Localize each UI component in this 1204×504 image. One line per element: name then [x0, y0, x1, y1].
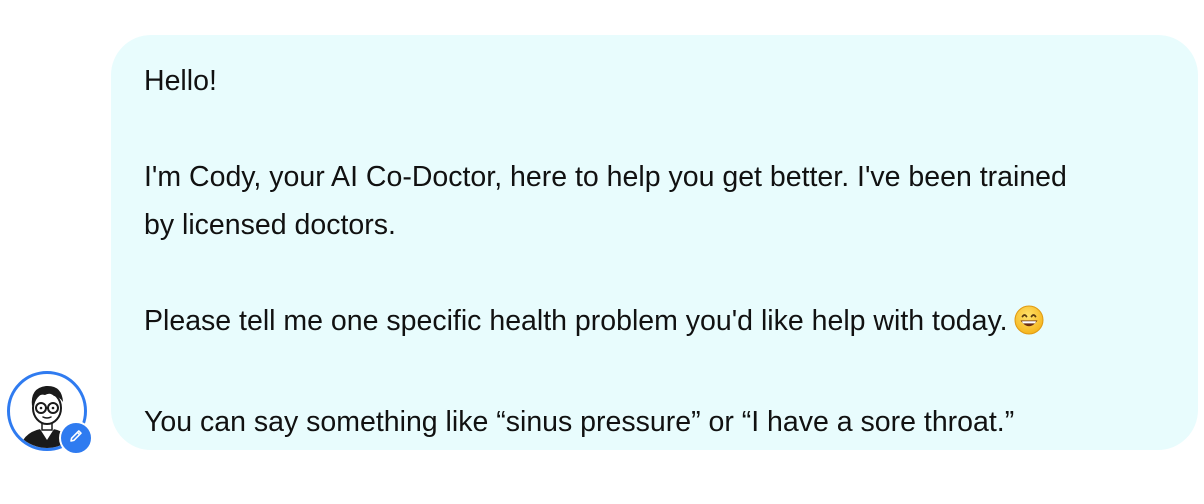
assistant-message-bubble: Hello! I'm Cody, your AI Co-Doctor, here… [111, 35, 1198, 450]
grinning-face-icon [1014, 302, 1044, 350]
message-request-line: Please tell me one specific health probl… [144, 297, 1168, 350]
message-request: Please tell me one specific health probl… [144, 305, 1008, 337]
chat-stage: Hello! I'm Cody, your AI Co-Doctor, here… [0, 0, 1204, 504]
assistant-avatar[interactable] [7, 371, 93, 455]
pencil-icon [68, 428, 84, 449]
message-examples: You can say something like “sinus pressu… [144, 406, 1015, 438]
message-intro-line-2: by licensed doctors. [144, 209, 396, 241]
edit-avatar-button[interactable] [59, 421, 93, 455]
message-intro-line-1: I'm Cody, your AI Co-Doctor, here to hel… [144, 161, 1067, 193]
message-greeting: Hello! [144, 65, 217, 97]
